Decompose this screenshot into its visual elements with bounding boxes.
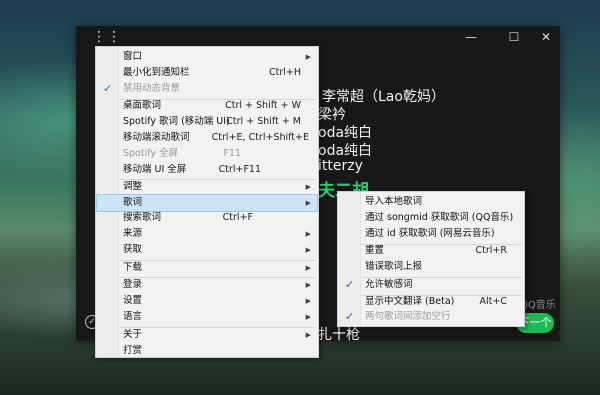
lyric-line: oda纯白 [318, 143, 373, 159]
menu-item-label: 语言 [123, 311, 143, 322]
menu-item-source[interactable]: 来源 ▶ [97, 226, 317, 242]
chevron-right-icon: ▶ [305, 264, 311, 272]
chevron-right-icon: ▶ [305, 246, 311, 254]
menu-item-disable-dynamic-bg[interactable]: ✓ 禁用动态背景 [97, 81, 317, 97]
lyric-line: 梁衿 [318, 107, 346, 123]
chevron-right-icon: ▶ [305, 313, 311, 321]
menu-item-label: 歌词 [123, 197, 143, 208]
menu-item-label: 打赏 [123, 345, 143, 356]
menu-item-language[interactable]: 语言 ▶ [97, 309, 317, 325]
chevron-right-icon: ▶ [305, 230, 311, 238]
menu-item-label: 最小化到通知栏 [123, 67, 190, 78]
menu-item-settings[interactable]: 设置 ▶ [97, 293, 317, 309]
menu-item-label: 窗口 [123, 51, 143, 62]
menu-item-label: 调整 [123, 181, 143, 192]
menu-item-label: 获取 [123, 244, 143, 255]
menu-item-label: 导入本地歌词 [365, 196, 423, 207]
menu-shortcut: Ctrl+R [475, 245, 507, 256]
menu-item-download[interactable]: 下载 ▶ [97, 260, 317, 276]
lyric-line: oda纯白 [318, 125, 373, 141]
menu-item-spotify-fullscreen[interactable]: Spotify 全屏 F11 [97, 146, 317, 162]
close-button[interactable]: ✕ [537, 28, 555, 46]
chevron-right-icon: ▶ [305, 297, 311, 305]
menu-item-label: 设置 [123, 295, 143, 306]
lyric-line: 李常超（Lao乾妈） [322, 89, 445, 105]
menu-item-desktop-lyrics[interactable]: 桌面歌词 Ctrl + Shift + W [97, 98, 317, 114]
menu-item-label: 显示中文翻译 (Beta) [365, 296, 455, 307]
menu-item-reset[interactable]: 重置 Ctrl+R [339, 243, 523, 259]
menu-item-allow-sensitive-words[interactable]: ✓ 允许敏感词 [339, 277, 523, 293]
menu-item-label: 通过 id 获取歌词 (网易云音乐) [365, 228, 495, 239]
menu-shortcut: Alt+C [479, 296, 507, 307]
maximize-button[interactable]: ☐ [505, 28, 523, 46]
menu-item-label: 搜索歌词 [123, 212, 162, 223]
menu-shortcut: Ctrl+E, Ctrl+Shift+E [211, 132, 309, 143]
context-menu: 窗口 ▶ 最小化到通知栏 Ctrl+H ✓ 禁用动态背景 桌面歌词 Ctrl +… [95, 46, 319, 358]
menu-item-show-chinese-translation[interactable]: 显示中文翻译 (Beta) Alt+C [339, 294, 523, 310]
menu-item-label: 错误歌词上报 [365, 261, 423, 272]
menu-item-label: Spotify 全屏 [123, 148, 179, 159]
menu-item-window[interactable]: 窗口 ▶ [97, 49, 317, 65]
menu-item-fetch-by-songmid[interactable]: 通过 songmid 获取歌词 (QQ音乐) [339, 210, 523, 226]
lyrics-source-label: QQ音乐 [520, 300, 556, 311]
menu-item-label: 桌面歌词 [123, 100, 162, 111]
menu-item-label: Spotify 歌词 (移动端 UI) [123, 116, 230, 127]
chevron-right-icon: ▶ [305, 281, 311, 289]
lyric-line: 扎十枪 [318, 327, 360, 343]
menu-shortcut: Ctrl + Shift + W [225, 100, 301, 111]
menu-item-label: 来源 [123, 228, 143, 239]
menu-shortcut: Ctrl+H [268, 67, 301, 78]
menu-item-label: 重置 [365, 245, 385, 256]
checkmark-icon: ✓ [345, 278, 355, 291]
minimize-button[interactable]: — [462, 28, 480, 46]
checkmark-icon: ✓ [345, 310, 355, 323]
checkmark-icon: ✓ [103, 82, 113, 95]
menu-item-spotify-mobile-lyrics[interactable]: Spotify 歌词 (移动端 UI) Ctrl + Shift + M [97, 114, 317, 130]
chevron-right-icon: ▶ [305, 183, 311, 191]
menu-item-label: 通过 songmid 获取歌词 (QQ音乐) [365, 212, 514, 223]
menu-shortcut: Ctrl + Shift + M [226, 116, 301, 127]
menu-item-about[interactable]: 关于 ▶ [97, 327, 317, 343]
menu-item-mobile-scroll-lyrics[interactable]: 移动端滚动歌词 Ctrl+E, Ctrl+Shift+E [97, 130, 317, 146]
menu-item-fetch-by-id[interactable]: 通过 id 获取歌词 (网易云音乐) [339, 226, 523, 242]
menu-item-label: 禁用动态背景 [123, 83, 181, 94]
lyrics-submenu: 导入本地歌词 通过 songmid 获取歌词 (QQ音乐) 通过 id 获取歌词… [337, 191, 525, 327]
menu-shortcut: F11 [223, 148, 241, 159]
menu-item-label: 移动端滚动歌词 [123, 132, 190, 143]
chevron-right-icon: ▶ [305, 199, 311, 207]
menu-item-login[interactable]: 登录 ▶ [97, 277, 317, 293]
menu-item-search-lyrics[interactable]: 搜索歌词 Ctrl+F [97, 210, 317, 226]
menu-item-fetch[interactable]: 获取 ▶ [97, 242, 317, 258]
chevron-right-icon: ▶ [305, 331, 311, 339]
menu-dots-icon[interactable]: ⋮⋮ [92, 30, 122, 44]
menu-item-mobile-ui-fullscreen[interactable]: 移动端 UI 全屏 Ctrl+F11 [97, 162, 317, 178]
lyric-line: itterzy [318, 158, 363, 174]
menu-item-label: 下载 [123, 262, 143, 273]
menu-item-minimize-to-tray[interactable]: 最小化到通知栏 Ctrl+H [97, 65, 317, 81]
menu-item-adjust[interactable]: 调整 ▶ [97, 179, 317, 195]
menu-shortcut: Ctrl+F [222, 212, 253, 223]
menu-item-report-wrong-lyrics[interactable]: 错误歌词上报 [339, 259, 523, 275]
menu-item-label: 登录 [123, 279, 143, 290]
menu-shortcut: Ctrl+F11 [218, 164, 261, 175]
chevron-right-icon: ▶ [305, 53, 311, 61]
menu-item-label: 允许敏感词 [365, 279, 413, 290]
menu-item-donate[interactable]: 打赏 [97, 343, 317, 359]
menu-item-add-blank-line[interactable]: ✓ 两句歌词间添加空行 [339, 309, 523, 325]
menu-item-label: 关于 [123, 329, 143, 340]
menu-item-label: 移动端 UI 全屏 [123, 164, 187, 175]
menu-item-import-local-lyrics[interactable]: 导入本地歌词 [339, 194, 523, 210]
menu-item-label: 两句歌词间添加空行 [365, 311, 451, 322]
